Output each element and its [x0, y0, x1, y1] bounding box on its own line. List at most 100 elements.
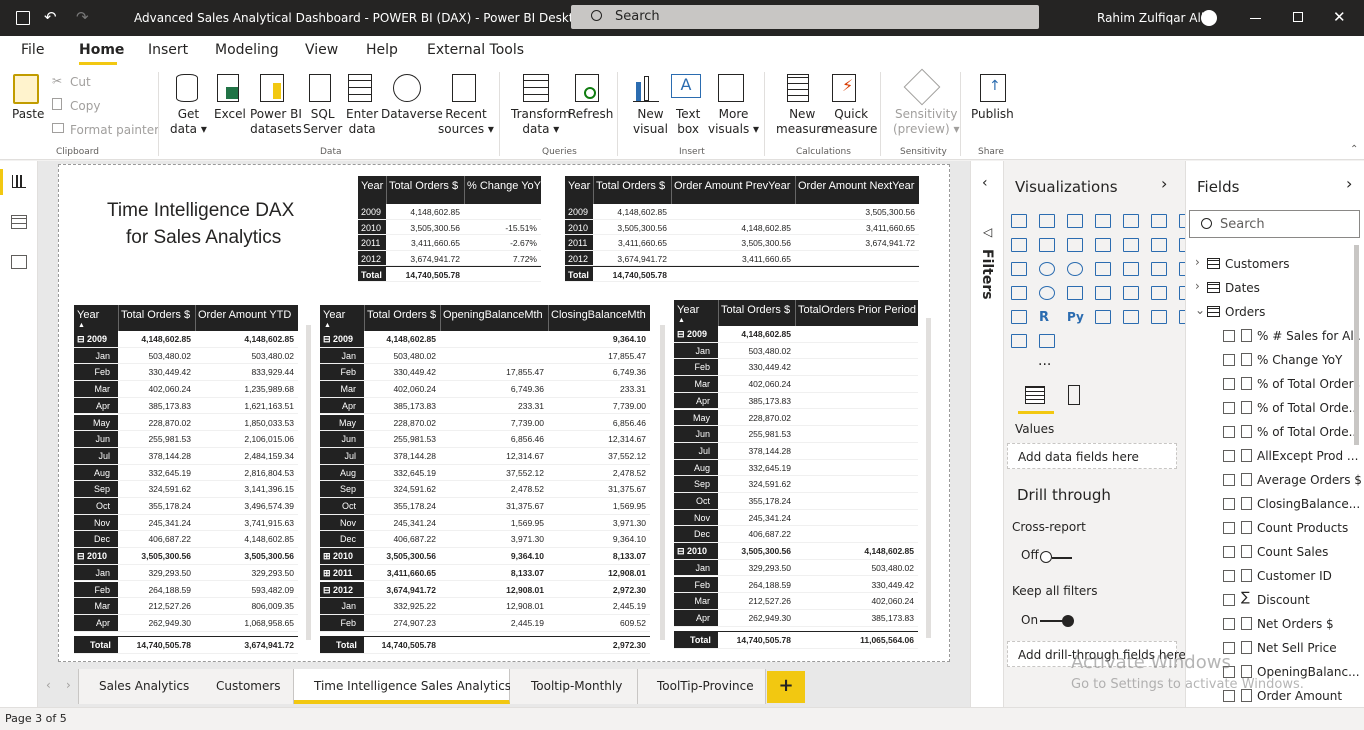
table-prior-scrollbar[interactable] — [926, 318, 931, 638]
table-row[interactable]: Apr 262,949.30 1,068,958.65 — [74, 614, 298, 632]
table-row[interactable]: Apr 385,173.83 233.31 7,739.00 — [320, 397, 650, 415]
power-bi-datasets-button[interactable]: Power BI datasets — [250, 107, 302, 137]
table-row[interactable]: Oct 355,178.24 — [674, 493, 918, 510]
quick-measure-button[interactable]: Quick measure — [825, 107, 877, 137]
table-ytd-scrollbar[interactable] — [306, 325, 311, 640]
tab-scroll-right-icon[interactable]: › — [66, 678, 71, 692]
year-group-label[interactable]: ⊟ 2009 — [677, 329, 707, 340]
table-balance-scrollbar[interactable] — [660, 325, 665, 640]
column-header[interactable]: ClosingBalanceMth — [551, 309, 646, 321]
text-box-button[interactable]: Text box — [676, 107, 700, 137]
undo-icon[interactable]: ↶ — [44, 8, 57, 26]
more-visuals-button[interactable]: More visuals ▾ — [708, 107, 759, 137]
table-row[interactable]: Aug 332,645.19 — [674, 459, 918, 477]
table-row[interactable]: Jan 503,480.02 503,480.02 — [74, 347, 298, 365]
year-group-label[interactable]: ⊟ 2010 — [77, 551, 107, 562]
column-header[interactable]: Total Orders $ — [389, 180, 458, 192]
table-row[interactable]: Nov 245,341.24 3,741,915.63 — [74, 514, 298, 532]
field-checkbox[interactable] — [1223, 378, 1235, 390]
filled-map-icon[interactable] — [1151, 262, 1167, 276]
clustered-column-chart-icon[interactable] — [1095, 214, 1111, 228]
column-header[interactable]: Year — [677, 304, 699, 316]
table-row[interactable]: 2012 3,674,941.72 7.72% — [358, 250, 541, 266]
redo-icon[interactable]: ↷ — [76, 8, 89, 26]
kpi-icon[interactable] — [1123, 286, 1139, 300]
field-table-customers[interactable]: › Customers — [1186, 253, 1361, 277]
matrix-icon[interactable] — [1011, 310, 1027, 324]
field-checkbox[interactable] — [1223, 330, 1235, 342]
table-row[interactable]: Feb 330,449.42 833,929.44 — [74, 364, 298, 382]
data-view-icon[interactable] — [11, 215, 27, 229]
menu-home[interactable]: Home — [79, 42, 124, 58]
multi-row-card-icon[interactable] — [1095, 286, 1111, 300]
year-group-label[interactable]: ⊟ 2010 — [677, 546, 707, 557]
table-row[interactable]: Apr 385,173.83 — [674, 392, 918, 410]
100-stacked-bar-chart-icon[interactable] — [1123, 214, 1139, 228]
area-chart-icon[interactable] — [1011, 238, 1027, 252]
tab-tooltip-monthly[interactable]: Tooltip-Monthly — [510, 669, 638, 704]
field-checkbox[interactable] — [1223, 450, 1235, 462]
field-table-dates[interactable]: › Dates — [1186, 277, 1361, 301]
table-prior-period[interactable]: Year Total Orders $ TotalOrders Prior Peri… — [674, 300, 918, 651]
table-row[interactable]: Apr 262,949.30 385,173.83 — [674, 609, 918, 627]
ellipsis-icon[interactable]: ··· — [1038, 357, 1051, 373]
tab-time-intelligence-sales-analytics[interactable]: Time Intelligence Sales Analytics — [294, 669, 511, 704]
field-item[interactable]: Average Orders $ — [1186, 469, 1361, 493]
treemap-icon[interactable] — [1095, 262, 1111, 276]
key-influencers-icon[interactable] — [1095, 310, 1111, 324]
table-row[interactable]: 2009 4,148,602.85 — [358, 204, 541, 220]
chevron-right-icon[interactable]: › — [1346, 174, 1352, 193]
publish-button[interactable]: Publish — [971, 107, 1014, 122]
year-group-label[interactable]: ⊞ 2010 — [323, 551, 353, 562]
table-row[interactable]: Nov 245,341.24 — [674, 509, 918, 527]
transform-data-button[interactable]: Transform data ▾ — [511, 107, 571, 137]
format-paint-icon[interactable] — [1068, 385, 1080, 405]
table-yoy-change[interactable]: Year Total Orders $ % Change YoY 2009 4,148,… — [358, 176, 541, 282]
table-row[interactable]: Jun 255,981.53 6,856.46 12,314.67 — [320, 431, 650, 448]
table-row[interactable]: 2010 3,505,300.56 4,148,602.85 3,411,660.65 — [565, 219, 919, 235]
title-search[interactable]: Search — [571, 5, 1039, 29]
menu-insert[interactable]: Insert — [148, 42, 188, 58]
scatter-chart-icon[interactable] — [1011, 262, 1027, 276]
tab-scroll-left-icon[interactable]: ‹ — [46, 678, 51, 692]
table-row[interactable]: May 228,870.02 — [674, 409, 918, 427]
table-row[interactable]: 2011 3,411,660.65 3,505,300.56 3,674,941.72 — [565, 235, 919, 251]
line-column-chart-icon[interactable] — [1067, 238, 1083, 252]
field-item[interactable]: ∑ Discount — [1186, 589, 1361, 613]
field-item[interactable]: Net Orders $ — [1186, 613, 1361, 637]
field-item[interactable]: % of Total Orde... — [1186, 397, 1361, 421]
field-table-orders[interactable]: ⌄ Orders — [1186, 301, 1361, 325]
format-painter-button[interactable]: Format painter — [70, 123, 159, 138]
table-row[interactable]: ⊟ 2010 3,505,300.56 4,148,602.85 — [674, 543, 918, 560]
sort-arrow-icon[interactable]: ▲ — [78, 322, 85, 329]
menu-external-tools[interactable]: External Tools — [427, 42, 524, 58]
table-row[interactable]: ⊞ 2011 3,411,660.65 8,133.07 12,908.01 — [320, 564, 650, 582]
paste-button[interactable]: Paste — [12, 107, 44, 122]
table-row[interactable]: Aug 332,645.19 2,816,804.53 — [74, 464, 298, 482]
sensitivity-button[interactable]: Sensitivity (preview) ▾ — [893, 107, 960, 137]
column-header[interactable]: TotalOrders Prior Period — [798, 304, 916, 316]
table-row[interactable]: Jul 378,144.28 — [674, 442, 918, 460]
table-row[interactable]: Jun 255,981.53 — [674, 426, 918, 443]
table-row[interactable]: Jan 332,925.22 12,908.01 2,445.19 — [320, 598, 650, 615]
field-checkbox[interactable] — [1223, 354, 1235, 366]
field-item[interactable]: % of Total Orders — [1186, 373, 1361, 397]
model-view-icon[interactable] — [11, 255, 27, 269]
table-row[interactable]: Feb 330,449.42 — [674, 359, 918, 377]
field-item[interactable]: Customer ID — [1186, 565, 1361, 589]
table-order-amount-ytd[interactable]: Year Total Orders $ Order Amount YTD ▲ ⊟ 200… — [74, 305, 298, 655]
cross-report-toggle[interactable] — [1040, 549, 1072, 563]
table-prev-next-year[interactable]: Year Total Orders $ Order Amount PrevYear O… — [565, 176, 919, 282]
stacked-column-chart-icon[interactable] — [1039, 214, 1055, 228]
fields-well-icon[interactable] — [1025, 386, 1045, 404]
table-row[interactable]: 2010 3,505,300.56 -15.51% — [358, 219, 541, 235]
table-opening-closing-balance[interactable]: Year Total Orders $ OpeningBalanceMth Closi… — [320, 305, 650, 655]
donut-chart-icon[interactable] — [1067, 262, 1083, 276]
table-row[interactable]: Jan 503,480.02 17,855.47 — [320, 347, 650, 365]
recent-sources-button[interactable]: Recent sources ▾ — [438, 107, 494, 137]
column-header[interactable]: Total Orders $ — [367, 309, 436, 321]
column-header[interactable]: % Change YoY — [467, 180, 541, 192]
table-row[interactable]: Sep 324,591.62 — [674, 476, 918, 493]
slicer-icon[interactable] — [1151, 286, 1167, 300]
menu-modeling[interactable]: Modeling — [215, 42, 279, 58]
